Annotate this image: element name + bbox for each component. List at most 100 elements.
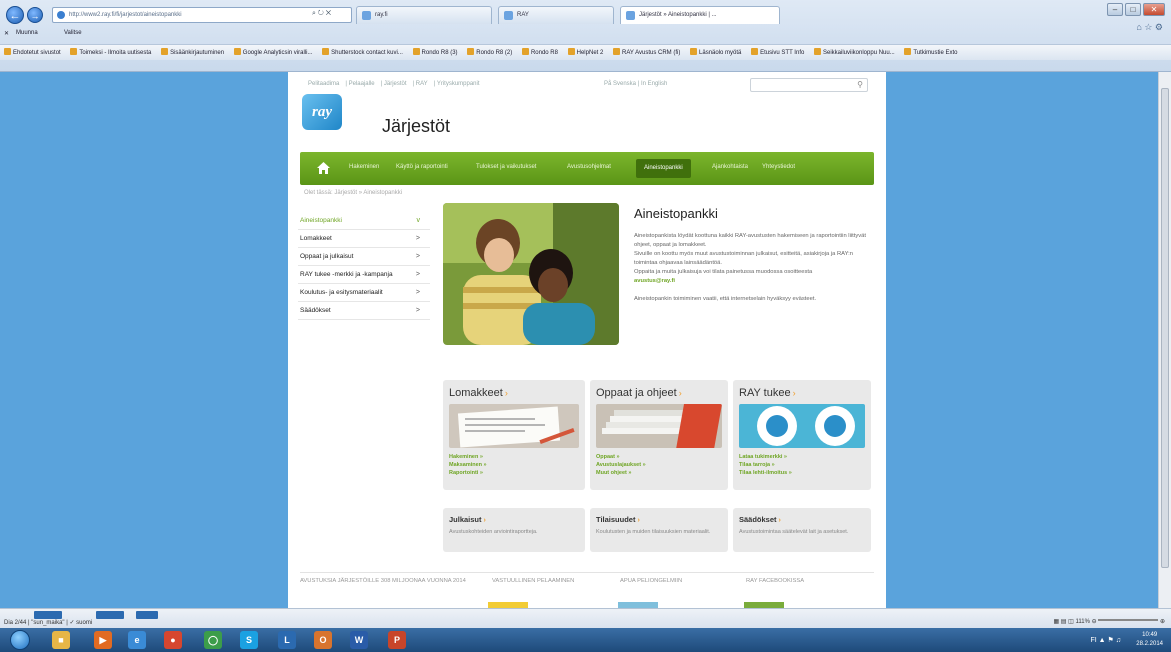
card-link[interactable]: Tilaa tarroja » — [739, 461, 792, 469]
card-title[interactable]: RAY tukee › — [739, 387, 796, 399]
scrollbar-thumb[interactable] — [1161, 88, 1169, 568]
favorites-item[interactable]: Sisäänkirjautuminen — [161, 45, 224, 60]
nav-item-kaytto[interactable]: Käyttö ja raportointi — [396, 164, 448, 170]
slide-thumbnail[interactable] — [136, 611, 158, 619]
favorites-item[interactable]: Rondo R8 (2) — [467, 45, 512, 60]
tab-ray-fi[interactable]: ray.fi — [356, 6, 492, 24]
view-buttons-icon[interactable]: ▦ ▤ ◫ — [1053, 619, 1073, 625]
nav-item-aineistopankki[interactable]: Aineistopankki — [636, 159, 691, 178]
forward-button[interactable]: → — [27, 7, 43, 23]
sidebar-item-oppaat[interactable]: Oppaat ja julkaisut > — [298, 248, 430, 266]
lang-link-en[interactable]: In English — [641, 81, 667, 87]
nav-item-avustusohjelmat[interactable]: Avustusohjelmat — [567, 164, 611, 170]
close-button[interactable]: ✕ — [1143, 3, 1165, 16]
menu-valitse[interactable]: Valitse — [64, 30, 82, 36]
nav-item-hakeminen[interactable]: Hakeminen — [349, 164, 379, 170]
maximize-button[interactable]: □ — [1125, 3, 1141, 16]
email-link[interactable]: avustus@ray.fi — [634, 278, 675, 284]
nav-item-yhteystiedot[interactable]: Yhteystiedot — [762, 164, 795, 170]
search-refresh-icon[interactable]: ⌕ ↻ ✕ — [312, 10, 331, 18]
favorites-item[interactable]: Läsnäolo myötä — [690, 45, 741, 60]
nav-item-ajankohtaista[interactable]: Ajankohtaista — [712, 164, 748, 170]
card-ray-tukee[interactable]: RAY tukee › Lataa tukimerkki » Tilaa tarr… — [733, 380, 871, 490]
tab-jarjestot[interactable]: Järjestöt » Aineistopankki | ... — [620, 6, 780, 24]
back-button[interactable]: ← — [6, 6, 24, 24]
site-search-input[interactable]: ⚲ — [750, 78, 868, 92]
footer-teaser[interactable]: APUA PELIONGELMIIN — [620, 578, 682, 584]
powerpoint-icon[interactable]: P — [388, 631, 406, 649]
home-icon[interactable] — [317, 162, 330, 174]
sidebar-item-saadokset[interactable]: Säädökset > — [298, 302, 430, 320]
lync-icon[interactable]: L — [278, 631, 296, 649]
card-title[interactable]: Julkaisut › — [449, 515, 486, 524]
card-oppaat[interactable]: Oppaat ja ohjeet › Oppaat » Avustuslajauk… — [590, 380, 728, 490]
top-link[interactable]: Pelitaadima — [308, 81, 339, 87]
card-link[interactable]: Maksaminen » — [449, 461, 487, 469]
vertical-scrollbar[interactable] — [1158, 72, 1171, 608]
favorites-item[interactable]: Shutterstock contact kuvi... — [322, 45, 403, 60]
card-link[interactable]: Lataa tukimerkki » — [739, 453, 792, 461]
top-link[interactable]: RAY — [416, 81, 428, 87]
close-doc-icon[interactable]: ✕ — [4, 30, 9, 37]
sidebar-item-lomakkeet[interactable]: Lomakkeet > — [298, 230, 430, 248]
lang-link-sv[interactable]: På Svenska — [604, 81, 636, 87]
top-link[interactable]: Pelaajalle — [349, 81, 375, 87]
zoom-slider[interactable] — [1098, 619, 1159, 621]
spellcheck-icon[interactable]: ✓ — [69, 620, 74, 626]
skype-icon[interactable]: S — [240, 631, 258, 649]
start-button[interactable] — [10, 630, 30, 650]
language-indicator[interactable]: suomi — [76, 620, 92, 626]
outlook-icon[interactable]: O — [314, 631, 332, 649]
card-tilaisuudet[interactable]: Tilaisuudet › Koulutusten ja muiden tilai… — [590, 508, 728, 552]
card-julkaisut[interactable]: Julkaisut › Avustuskohteiden arviointirap… — [443, 508, 585, 552]
zoom-out-icon[interactable]: ⊖ — [1092, 619, 1097, 625]
chrome-icon[interactable]: ◯ — [204, 631, 222, 649]
tray-icons[interactable]: FI ▲ ⚑ ♫ — [1090, 636, 1121, 644]
favorites-item[interactable]: Rondo R8 — [521, 45, 558, 60]
search-icon[interactable]: ⚲ — [857, 80, 863, 89]
sidebar-item-ray-tukee[interactable]: RAY tukee -merkki ja -kampanja > — [298, 266, 430, 284]
card-link[interactable]: Raportointi » — [449, 469, 487, 477]
footer-teaser[interactable]: VASTUULLINEN PELAAMINEN — [492, 578, 574, 584]
slide-thumbnail[interactable] — [96, 611, 124, 619]
card-lomakkeet[interactable]: Lomakkeet › Hakeminen » Maksaminen » Rapo… — [443, 380, 585, 490]
card-link[interactable]: Tilaa lehti-ilmoitus » — [739, 469, 792, 477]
nav-item-tulokset[interactable]: Tulokset ja vaikutukset — [476, 164, 536, 170]
card-title[interactable]: Tilaisuudet › — [596, 515, 640, 524]
favorites-item[interactable]: Toimeksi - Ilmoita uutisesta — [70, 45, 151, 60]
card-link[interactable]: Hakeminen » — [449, 453, 487, 461]
menu-muunna[interactable]: Muunna — [16, 30, 38, 36]
clock[interactable]: 10:49 28.2.2014 — [1136, 631, 1163, 649]
favorites-item[interactable]: Rondo R8 (3) — [412, 45, 458, 60]
favorites-item[interactable]: Tutkimustie Exto — [904, 45, 958, 60]
top-link[interactable]: Yrityskumppanit — [437, 81, 480, 87]
favorites-item[interactable]: HelpNet 2 — [567, 45, 603, 60]
explorer-icon[interactable]: ■ — [52, 631, 70, 649]
card-link[interactable]: Oppaat » — [596, 453, 646, 461]
media-player-icon[interactable]: ▶ — [94, 631, 112, 649]
word-icon[interactable]: W — [350, 631, 368, 649]
firefox-icon[interactable]: ● — [164, 631, 182, 649]
sidebar-item-aineistopankki[interactable]: Aineistopankki v — [298, 212, 430, 230]
card-link[interactable]: Muut ohjeet » — [596, 469, 646, 477]
card-title[interactable]: Säädökset › — [739, 515, 781, 524]
ray-logo[interactable]: ray — [302, 94, 342, 130]
card-link[interactable]: Avustuslajaukset » — [596, 461, 646, 469]
top-link[interactable]: Järjestöt — [384, 81, 407, 87]
favorites-item[interactable]: RAY Avustus CRM (fi) — [613, 45, 680, 60]
footer-teaser[interactable]: AVUSTUKSIA JÄRJESTÖILLE 308 MILJOONAA VU… — [300, 578, 490, 584]
favorites-item[interactable]: Ehdotetut sivustot — [4, 45, 61, 60]
favorites-item[interactable]: Seikkailuviikonloppu Nuu... — [814, 45, 895, 60]
slide-thumbnail[interactable] — [34, 611, 62, 619]
internet-explorer-icon[interactable]: e — [128, 631, 146, 649]
sidebar-item-koulutus[interactable]: Koulutus- ja esitysmateriaalit > — [298, 284, 430, 302]
footer-teaser[interactable]: RAY FACEBOOKISSA — [746, 578, 804, 584]
card-title[interactable]: Lomakkeet › — [449, 387, 508, 399]
address-bar[interactable]: http://www2.ray.fi/fi/jarjestot/aineisto… — [52, 7, 352, 23]
tab-ray[interactable]: RAY — [498, 6, 614, 24]
minimize-button[interactable]: – — [1107, 3, 1123, 16]
card-saadokset[interactable]: Säädökset › Avustustoimintaa säätelevät l… — [733, 508, 871, 552]
card-title[interactable]: Oppaat ja ohjeet › — [596, 387, 682, 399]
zoom-in-icon[interactable]: ⊕ — [1160, 619, 1165, 625]
favorites-item[interactable]: Etusivu STT Info — [751, 45, 804, 60]
